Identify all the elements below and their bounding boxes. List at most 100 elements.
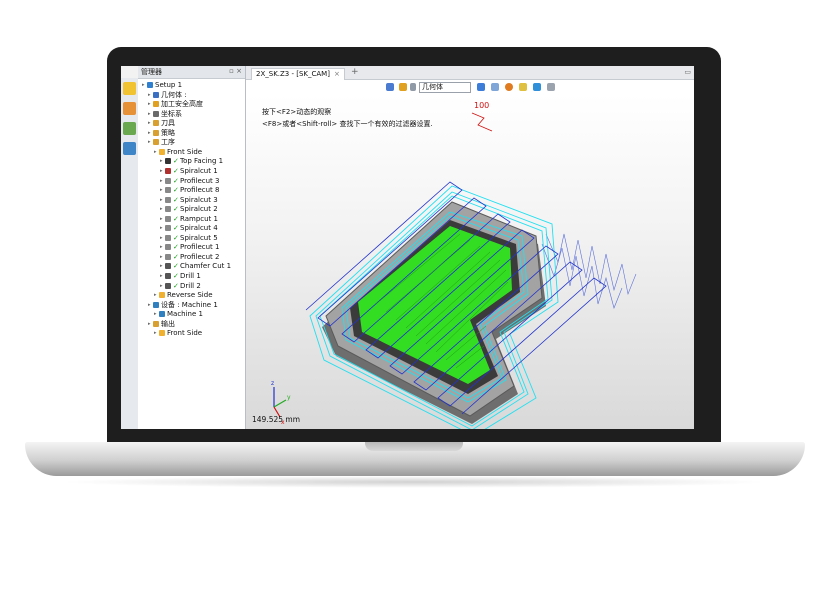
tree-item[interactable]: ▸ Setup 1 [142,81,182,90]
folder-icon [159,148,165,155]
lighting-icon[interactable] [519,83,527,91]
tree-item[interactable]: ▸ ✓Spiralcut 4 [160,224,218,233]
spiral-icon [165,206,171,213]
tree-item[interactable]: ▸ ✓Spiralcut 3 [160,196,218,205]
wireframe-icon[interactable] [399,83,407,91]
tree-item[interactable]: ▸ ✓Drill 2 [160,282,201,291]
tool-library-icon[interactable] [123,102,136,115]
cam-model: z y x [271,112,637,429]
tree-item-label: 设备 : Machine 1 [161,300,218,309]
manager-panel: 管理器 ▫ × ▸ Setup 1 ▸ 几何体 : ▸ 加工安全高度 ▸ 坐标系 ▸ 刀具 ▸ 策略 ▸… [138,66,246,429]
app-screen: 管理器 ▫ × ▸ Setup 1 ▸ 几何体 : ▸ 加工安全高度 ▸ 坐标系 ▸ 刀具 ▸ 策略 ▸… [121,66,694,429]
tree-item[interactable]: ▸ Front Side [154,148,202,157]
tree-item[interactable]: ▸ ✓Profilecut 2 [160,253,219,262]
measure-icon[interactable] [547,83,555,91]
tree-item-label: 几何体 : [161,90,187,99]
profile-icon [165,187,171,194]
tree-item-label: Profilecut 8 [180,186,220,195]
view-orientation-icon[interactable] [386,83,394,91]
tree-item[interactable]: ▸ ✓Profilecut 8 [160,186,219,195]
tree-item-label: Top Facing 1 [180,157,224,166]
checkmark-icon: ✓ [173,205,179,214]
tree-item-label: Front Side [167,329,203,338]
tree-item[interactable]: ▸ 设备 : Machine 1 [148,301,218,310]
tree-item[interactable]: ▸ 几何体 : [148,91,187,100]
drill-toolpath-fan [541,233,637,309]
tree-item[interactable]: ▸ 输出 [148,320,175,329]
filter-toggle-icon[interactable] [410,83,416,91]
tree-item[interactable]: ▸ ✓Spiralcut 5 [160,234,218,243]
3d-viewport[interactable]: 按下<F2>动态的观察 <F8>或者<Shift-roll> 查找下一个有效的过… [246,94,694,429]
strategy-library-icon[interactable] [123,122,136,135]
laptop-notch [365,442,463,451]
tree-item[interactable]: ▸ 坐标系 [148,110,182,119]
tree-item-label: Chamfer Cut 1 [180,262,232,271]
close-icon[interactable]: × [334,70,340,78]
add-tab-icon[interactable]: + [351,67,359,77]
tree-item-label: 坐标系 [161,109,182,118]
spiral-icon [165,234,171,241]
manager-tab-icon[interactable] [123,82,136,95]
tree-item[interactable]: ▸ ✓Drill 1 [160,272,201,281]
annotation-leader [471,112,493,132]
view-cube-icon[interactable] [491,83,499,91]
tree-item[interactable]: ▸ Machine 1 [154,310,203,319]
folder-icon [159,330,165,337]
safe-height-icon [153,101,159,108]
checkmark-icon: ✓ [173,272,179,280]
tree-item-label: Machine 1 [167,310,203,319]
checkmark-icon: ✓ [173,243,179,252]
strategy-icon [153,129,159,136]
tree-item[interactable]: ▸ ✓Rampcut 1 [160,215,218,224]
checkmark-icon: ✓ [173,214,179,223]
tree-item-label: Reverse Side [167,291,213,300]
tree-item[interactable]: ▸ Reverse Side [154,291,213,300]
machine-icon [159,311,165,318]
checkmark-icon: ✓ [173,262,179,271]
tree-item-label: 加工安全高度 [161,100,203,109]
manager-window-controls[interactable]: ▫ × [229,67,242,75]
tree-item[interactable]: ▸ 工序 [148,138,175,147]
tree-item-label: Setup 1 [155,81,183,89]
drill-icon [165,282,171,289]
tree-item-label: Profilecut 3 [180,176,220,185]
render-settings-icon[interactable] [505,83,513,91]
svg-text:y: y [287,394,291,401]
tree-item[interactable]: ▸ ✓Spiralcut 1 [160,167,218,176]
side-toolbar [121,78,139,429]
tool-icon [153,120,159,127]
tree-item[interactable]: ▸ ✓Spiralcut 2 [160,205,218,214]
machine-library-icon[interactable] [123,142,136,155]
tree-item-label: 工序 [161,138,175,147]
tree-item[interactable]: ▸ Front Side [154,329,202,338]
coordinate-icon [153,110,159,117]
tree-item[interactable]: ▸ ✓Chamfer Cut 1 [160,262,231,271]
checkmark-icon: ✓ [173,157,179,166]
tree-item[interactable]: ▸ ✓Profilecut 1 [160,243,219,252]
tree-item-label: Spiralcut 2 [180,205,218,214]
tree-item-label: Profilecut 2 [180,252,220,261]
profile-icon [165,177,171,184]
checkmark-icon: ✓ [173,176,179,185]
checkmark-icon: ✓ [173,252,179,261]
spiral-icon [165,225,171,232]
document-tab[interactable]: 2X_SK.Z3 - [SK_CAM] × [251,68,345,80]
checkmark-icon: ✓ [173,224,179,233]
tree-item[interactable]: ▸ 刀具 [148,119,175,128]
display-settings-icon[interactable] [533,83,541,91]
tree-item[interactable]: ▸ ✓Top Facing 1 [160,157,223,166]
maximize-icon[interactable]: ▭ [684,68,691,76]
geometry-icon [153,91,159,98]
filter-select[interactable]: 几何体 [419,82,471,93]
tree-item[interactable]: ▸ 加工安全高度 [148,100,203,109]
tree-item-label: 刀具 [161,119,175,128]
shade-mode-icon[interactable] [477,83,485,91]
spiral-icon [165,167,171,174]
chamfer-icon [165,263,171,270]
checkmark-icon: ✓ [173,233,179,242]
tree-item[interactable]: ▸ 策略 [148,129,175,138]
tree-item-label: Drill 1 [180,272,201,280]
output-icon [153,320,159,327]
tree-item-label: Rampcut 1 [180,214,218,223]
tree-item[interactable]: ▸ ✓Profilecut 3 [160,177,219,186]
